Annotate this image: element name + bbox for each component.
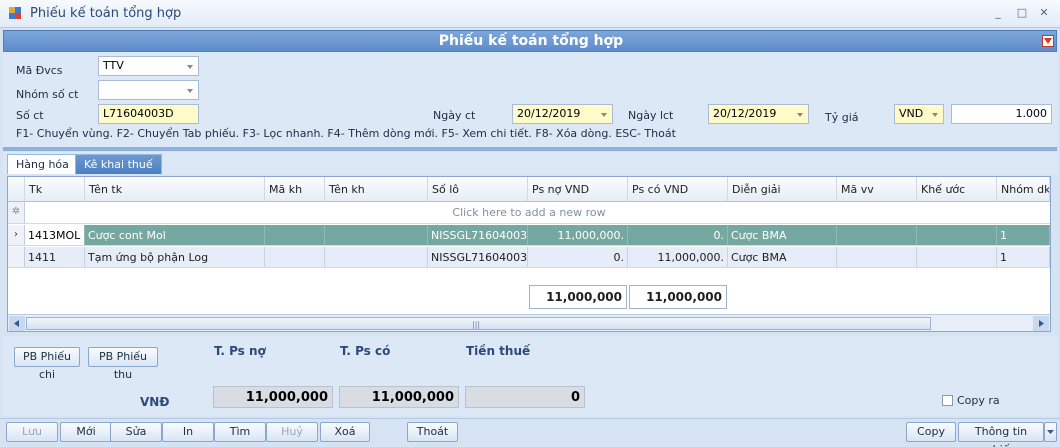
grid-header-khe-uoc[interactable]: Khế ước xyxy=(917,177,997,202)
so-ct-field[interactable]: L71604003D xyxy=(98,104,199,124)
copy-ra-label: Copy ra xyxy=(957,394,1000,407)
save-button[interactable]: Lưu xyxy=(6,422,58,442)
ty-gia-field[interactable]: 1.000 xyxy=(951,104,1052,124)
currency-label: VNĐ xyxy=(140,395,170,409)
thong-tin-phieu-button[interactable]: Thông tin phiếu xyxy=(958,422,1044,447)
cell-khe-uoc[interactable] xyxy=(917,225,997,245)
grid-header-ten-kh[interactable]: Tên kh xyxy=(325,177,428,202)
cell-ps-no[interactable]: 0. xyxy=(528,247,628,267)
cell-tk[interactable]: 1413MOL xyxy=(25,225,85,245)
nhom-so-ct-combo[interactable] xyxy=(98,80,199,100)
ngay-lct-date[interactable]: 20/12/2019 xyxy=(708,104,809,124)
minimize-button[interactable]: _ xyxy=(988,5,1008,21)
new-row[interactable]: ✲ Click here to add a new row xyxy=(8,202,1050,224)
grid-header-ten-tk[interactable]: Tên tk xyxy=(85,177,265,202)
cell-nhom-dk[interactable]: 1 xyxy=(997,247,1050,267)
tab-hang-hoa[interactable]: Hàng hóa xyxy=(7,154,78,174)
window-title: Phiếu kế toán tổng hợp xyxy=(30,6,182,21)
data-grid: Tk Tên tk Mã kh Tên kh Số lô Ps nợ VND P… xyxy=(7,176,1051,332)
cell-ps-co[interactable]: 11,000,000. xyxy=(628,247,728,267)
edit-button[interactable]: Sửa xyxy=(110,422,162,442)
ngay-ct-date[interactable]: 20/12/2019 xyxy=(512,104,613,124)
cell-khe-uoc[interactable] xyxy=(917,247,997,267)
row-indicator xyxy=(8,247,25,267)
grid-header-ps-no[interactable]: Ps nợ VND xyxy=(528,177,628,202)
ngay-ct-label: Ngày ct xyxy=(433,109,476,122)
cell-ps-co[interactable]: 0. xyxy=(628,225,728,245)
splitter-handle[interactable] xyxy=(3,147,1057,151)
grid-header-nhom-dk[interactable]: Nhóm dk xyxy=(997,177,1050,202)
t-ps-no-label: T. Ps nợ xyxy=(214,344,266,358)
cell-so-lo[interactable]: NISSGL71604003 xyxy=(428,225,528,245)
table-row[interactable]: › 1413MOL Cược cont Mol NISSGL71604003 1… xyxy=(8,225,1050,246)
cell-ma-kh[interactable] xyxy=(265,247,325,267)
cell-tk[interactable]: 1411 xyxy=(25,247,85,267)
total-ps-co: 11,000,000 xyxy=(629,285,727,309)
cell-ten-kh[interactable] xyxy=(325,225,428,245)
cell-dien-giai[interactable]: Cược BMA xyxy=(728,247,837,267)
restore-button[interactable]: □ xyxy=(1012,5,1032,21)
ty-gia-label: Tỷ giá xyxy=(825,111,859,124)
row-indicator-icon: › xyxy=(8,225,25,245)
cell-ten-tk[interactable]: Tạm ứng bộ phận Log xyxy=(85,247,265,267)
close-button[interactable]: ✕ xyxy=(1034,5,1054,21)
grid-header-indicator xyxy=(8,177,25,202)
form-header-title: Phiếu kế toán tổng hợp xyxy=(438,33,624,49)
grid-header-so-lo[interactable]: Số lô xyxy=(428,177,528,202)
horizontal-scrollbar[interactable]: ||| xyxy=(8,314,1050,331)
cell-nhom-dk[interactable]: 1 xyxy=(997,225,1050,245)
exit-button[interactable]: Thoát xyxy=(407,422,458,442)
window-titlebar: Phiếu kế toán tổng hợp _ □ ✕ xyxy=(0,0,1060,28)
cell-ma-kh[interactable] xyxy=(265,225,325,245)
cancel-button[interactable]: Huỷ xyxy=(266,422,318,442)
tab-strip: Hàng hóa Kê khai thuế xyxy=(3,152,1057,174)
delete-button[interactable]: Xoá xyxy=(320,422,370,442)
ma-dvcs-combo[interactable]: TTV xyxy=(98,56,199,76)
t-ps-no-value: 11,000,000 xyxy=(213,386,333,408)
tien-thue-value: 0 xyxy=(465,386,585,408)
grid-header-ps-co[interactable]: Ps có VND xyxy=(628,177,728,202)
scrollbar-grip-icon: ||| xyxy=(472,320,481,329)
cell-ma-vv[interactable] xyxy=(837,247,917,267)
ma-dvcs-label: Mã Đvcs xyxy=(16,64,63,77)
tien-thue-label: Tiền thuế xyxy=(466,344,531,358)
nhom-so-ct-label: Nhóm số ct xyxy=(16,88,79,101)
copy-ra-checkbox[interactable] xyxy=(942,395,953,406)
t-ps-co-label: T. Ps có xyxy=(340,344,391,358)
cell-ten-kh[interactable] xyxy=(325,247,428,267)
scrollbar-thumb[interactable]: ||| xyxy=(26,317,931,330)
new-button[interactable]: Mới xyxy=(60,422,112,442)
scroll-left-icon[interactable] xyxy=(9,316,25,331)
pb-phieu-thu-button[interactable]: PB Phiếu thu xyxy=(88,347,158,381)
cell-ps-no[interactable]: 11,000,000. xyxy=(528,225,628,245)
grid-header-ma-kh[interactable]: Mã kh xyxy=(265,177,325,202)
shortcut-hint: F1- Chuyển vùng. F2- Chuyển Tab phiếu. F… xyxy=(16,127,676,140)
chevron-down-icon[interactable] xyxy=(1044,422,1057,442)
cell-so-lo[interactable]: NISSGL71604003 xyxy=(428,247,528,267)
bottom-toolbar: Lưu Mới Sửa In Tìm Huỷ Xoá Thoát Copy Th… xyxy=(0,418,1060,447)
pb-phieu-chi-button[interactable]: PB Phiếu chi xyxy=(14,347,80,381)
ngay-lct-label: Ngày lct xyxy=(628,109,674,122)
cell-ma-vv[interactable] xyxy=(837,225,917,245)
print-button[interactable]: In xyxy=(162,422,214,442)
scroll-right-icon[interactable] xyxy=(1033,316,1049,331)
collapse-arrow-icon[interactable] xyxy=(1042,35,1054,47)
tab-ke-khai-thue[interactable]: Kê khai thuế xyxy=(75,154,162,174)
so-ct-label: Số ct xyxy=(16,109,44,122)
t-ps-co-value: 11,000,000 xyxy=(339,386,459,408)
currency-combo[interactable]: VND xyxy=(894,104,944,124)
grid-header-tk[interactable]: Tk xyxy=(25,177,85,202)
table-row[interactable]: 1411 Tạm ứng bộ phận Log NISSGL71604003 … xyxy=(8,247,1050,268)
cell-ten-tk[interactable]: Cược cont Mol xyxy=(85,225,265,245)
form-header: Phiếu kế toán tổng hợp xyxy=(3,30,1057,52)
find-button[interactable]: Tìm xyxy=(214,422,266,442)
app-icon xyxy=(8,6,22,20)
new-row-text: Click here to add a new row xyxy=(452,206,606,219)
total-ps-no: 11,000,000 xyxy=(529,285,627,309)
cell-dien-giai[interactable]: Cược BMA xyxy=(728,225,837,245)
grid-header-dien-giai[interactable]: Diễn giải xyxy=(728,177,837,202)
grid-header-ma-vv[interactable]: Mã vv xyxy=(837,177,917,202)
copy-button[interactable]: Copy xyxy=(906,422,956,442)
